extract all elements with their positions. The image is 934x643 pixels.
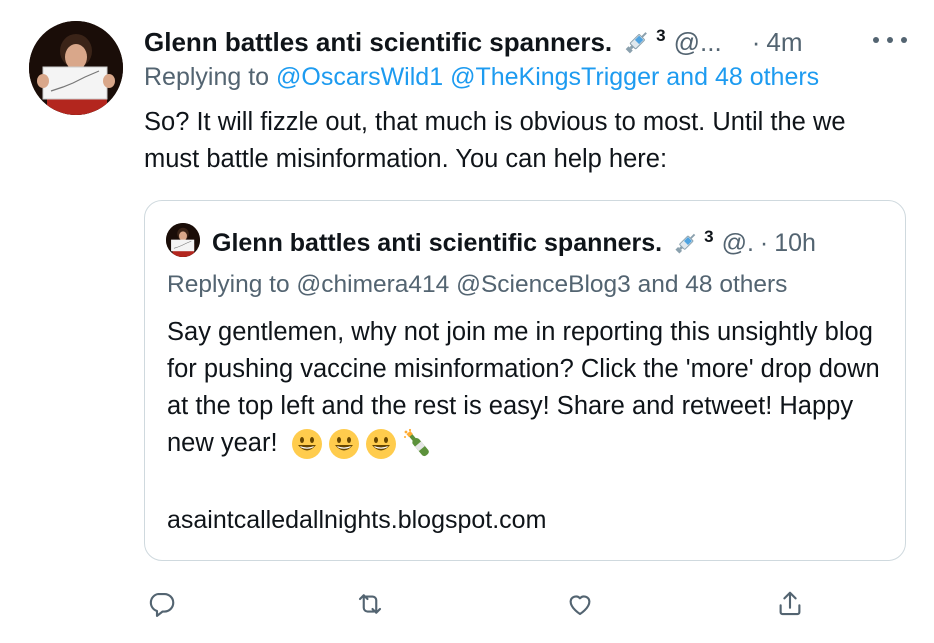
grinning-face-icon	[365, 429, 396, 460]
quoted-tweet-card[interactable]: Glenn battles anti scientific spanners. …	[144, 200, 906, 561]
share-icon	[779, 591, 801, 616]
more-horizontal-icon	[873, 37, 879, 43]
emoji-group	[291, 428, 439, 460]
reply-button[interactable]	[142, 584, 182, 624]
grinning-face-icon	[328, 429, 359, 460]
more-options-button[interactable]	[873, 30, 907, 50]
quoted-timestamp: 10h	[774, 228, 816, 257]
quoted-author-name: Glenn battles anti scientific spanners.	[212, 228, 663, 257]
quoted-author-handle: @.	[721, 228, 754, 257]
tweet-action-bar	[0, 584, 934, 624]
syringe-icon	[622, 27, 652, 57]
quoted-replying-to: Replying to @chimera414 @ScienceBlog3 an…	[167, 271, 788, 298]
like-icon	[569, 595, 591, 616]
quoted-avatar	[166, 223, 200, 257]
tweet-text: So? It will fizzle out, that much is obv…	[144, 108, 846, 173]
author-name[interactable]: Glenn battles anti scientific spanners.	[144, 27, 612, 58]
share-button[interactable]	[770, 584, 810, 624]
mention-link[interactable]: @OscarsWild1	[276, 63, 443, 91]
quoted-link[interactable]: asaintcalledallnights.blogspot.com	[167, 506, 546, 535]
syringe-icon	[672, 229, 700, 257]
badge-count: 3	[656, 26, 666, 45]
tweet-header: Glenn battles anti scientific spanners. …	[144, 22, 802, 62]
like-button[interactable]	[560, 584, 600, 624]
timestamp[interactable]: 4m	[766, 27, 802, 58]
reply-icon	[149, 592, 175, 617]
quoted-tweet-header: Glenn battles anti scientific spanners. …	[212, 223, 816, 263]
replying-to-label: Replying to	[144, 63, 270, 91]
avatar[interactable]	[29, 21, 123, 115]
avatar-image	[29, 21, 123, 115]
mention-link[interactable]: @TheKingsTrigger	[450, 63, 659, 91]
replying-to: Replying to @OscarsWild1 @TheKingsTrigge…	[144, 63, 819, 92]
champagne-bottle-icon	[403, 429, 429, 457]
others-link[interactable]: and 48 others	[666, 63, 819, 91]
author-handle[interactable]: @...	[674, 27, 722, 58]
grinning-face-icon	[291, 429, 322, 460]
quoted-tweet-text: Say gentlemen, why not join me in report…	[167, 314, 887, 462]
quoted-text-content: Say gentlemen, why not join me in report…	[167, 318, 880, 457]
separator-dot: ·	[759, 228, 769, 257]
badge-count: 3	[704, 227, 714, 246]
avatar-image	[166, 223, 200, 257]
retweet-icon	[358, 594, 382, 614]
separator-dot: ·	[751, 26, 761, 57]
retweet-button[interactable]	[350, 584, 390, 624]
